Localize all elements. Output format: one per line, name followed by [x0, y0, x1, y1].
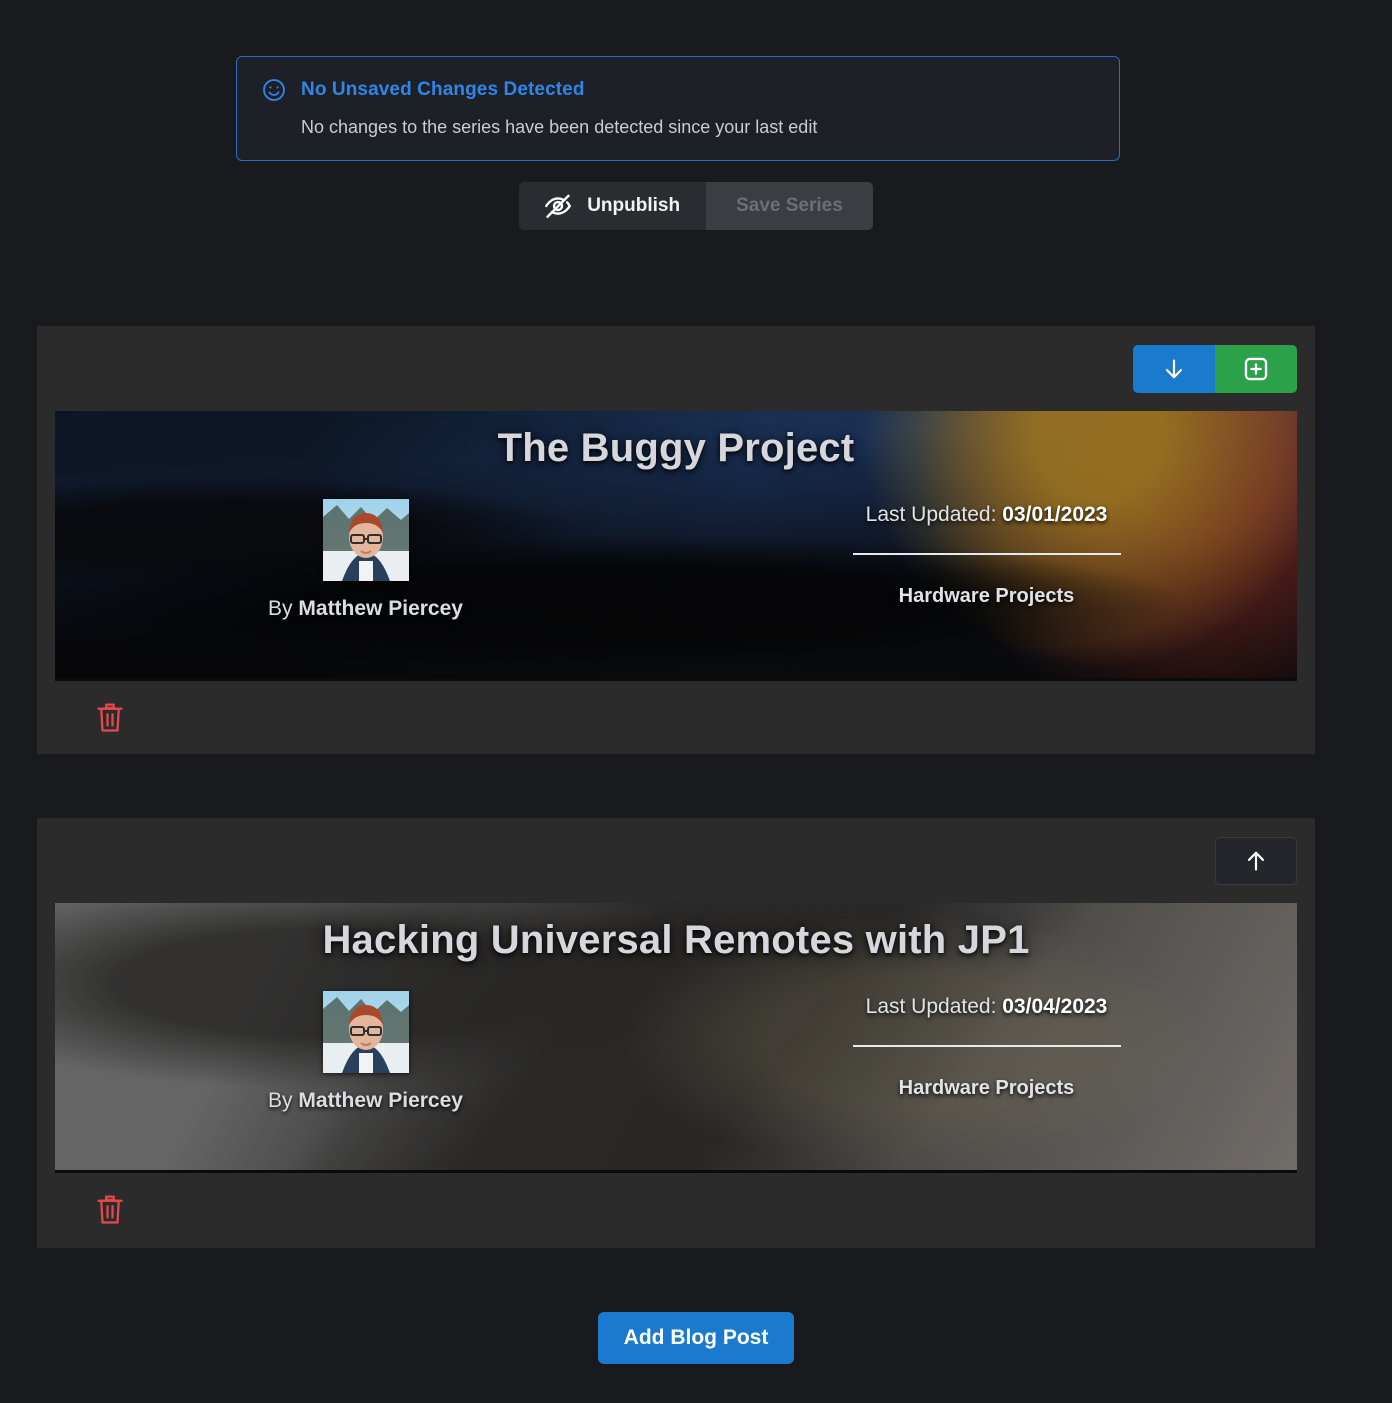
- arrow-up-icon: [1243, 848, 1269, 874]
- post-byline: By Matthew Piercey: [268, 597, 463, 621]
- eye-slash-icon: [543, 191, 573, 221]
- meta-block: Last Updated: 03/04/2023 Hardware Projec…: [676, 991, 1297, 1100]
- action-button-group: Unpublish Save Series: [519, 182, 873, 230]
- move-post-up-button[interactable]: [1215, 836, 1297, 885]
- post-hero: Hacking Universal Remotes with JP1 By Ma…: [55, 903, 1297, 1173]
- post-category: Hardware Projects: [898, 1077, 1075, 1099]
- meta-block: Last Updated: 03/01/2023 Hardware Projec…: [676, 499, 1297, 608]
- add-post-here-button[interactable]: [1215, 344, 1297, 393]
- post-hero: The Buggy Project By Matthew Piercey Las…: [55, 411, 1297, 681]
- plus-square-icon: [1242, 355, 1270, 383]
- avatar: [322, 499, 409, 581]
- meta-divider: [852, 1045, 1121, 1047]
- last-updated-date: 03/01/2023: [1002, 503, 1108, 526]
- post-footer: [37, 1173, 1315, 1246]
- last-updated-label: Last Updated:: [865, 995, 997, 1018]
- alert-title: No Unsaved Changes Detected: [301, 79, 585, 100]
- last-updated: Last Updated: 03/01/2023: [866, 503, 1108, 527]
- byline-prefix: By: [268, 597, 293, 620]
- smiley-face-icon: [261, 77, 287, 103]
- post-toolbar: [37, 818, 1315, 903]
- hero-columns: By Matthew Piercey Last Updated: 03/04/2…: [55, 991, 1297, 1113]
- hero-content: The Buggy Project By Matthew Piercey Las…: [55, 411, 1297, 678]
- hero-content: Hacking Universal Remotes with JP1 By Ma…: [55, 903, 1297, 1170]
- save-series-button[interactable]: Save Series: [706, 182, 873, 230]
- add-blog-post-button[interactable]: Add Blog Post: [597, 1312, 795, 1364]
- add-blog-post-label: Add Blog Post: [623, 1326, 769, 1349]
- footer-actions: Add Blog Post: [0, 1312, 1392, 1364]
- delete-post-button[interactable]: [95, 1193, 125, 1227]
- arrow-down-icon: [1161, 356, 1187, 382]
- hero-columns: By Matthew Piercey Last Updated: 03/01/2…: [55, 499, 1297, 621]
- no-unsaved-changes-alert: No Unsaved Changes Detected No changes t…: [236, 56, 1120, 161]
- post-toolbar-group: [1133, 344, 1297, 393]
- last-updated: Last Updated: 03/04/2023: [866, 995, 1108, 1019]
- byline-prefix: By: [268, 1089, 293, 1112]
- post-title: The Buggy Project: [497, 426, 855, 470]
- move-post-down-button[interactable]: [1133, 344, 1215, 393]
- post-category: Hardware Projects: [898, 585, 1075, 607]
- last-updated-label: Last Updated:: [865, 503, 997, 526]
- unpublish-label: Unpublish: [587, 195, 681, 216]
- alert-header: No Unsaved Changes Detected: [261, 77, 1095, 103]
- trash-icon: [95, 701, 125, 735]
- post-author: Matthew Piercey: [298, 1089, 463, 1112]
- author-block: By Matthew Piercey: [55, 991, 676, 1113]
- unpublish-button[interactable]: Unpublish: [519, 182, 707, 230]
- series-actions: Unpublish Save Series: [0, 182, 1392, 230]
- last-updated-date: 03/04/2023: [1002, 995, 1108, 1018]
- avatar: [322, 991, 409, 1073]
- post-footer: [37, 681, 1315, 754]
- post-toolbar: [37, 326, 1315, 411]
- trash-icon: [95, 1193, 125, 1227]
- post-title: Hacking Universal Remotes with JP1: [322, 918, 1030, 962]
- series-editor-page: No Unsaved Changes Detected No changes t…: [0, 0, 1392, 1403]
- blog-post-card: Hacking Universal Remotes with JP1 By Ma…: [37, 818, 1315, 1248]
- alert-container: No Unsaved Changes Detected No changes t…: [236, 56, 1120, 161]
- meta-divider: [852, 553, 1121, 555]
- delete-post-button[interactable]: [95, 701, 125, 735]
- alert-message: No changes to the series have been detec…: [301, 117, 818, 137]
- save-series-label: Save Series: [736, 195, 843, 216]
- blog-post-card: The Buggy Project By Matthew Piercey Las…: [37, 326, 1315, 754]
- post-byline: By Matthew Piercey: [268, 1089, 463, 1113]
- author-block: By Matthew Piercey: [55, 499, 676, 621]
- post-author: Matthew Piercey: [298, 597, 463, 620]
